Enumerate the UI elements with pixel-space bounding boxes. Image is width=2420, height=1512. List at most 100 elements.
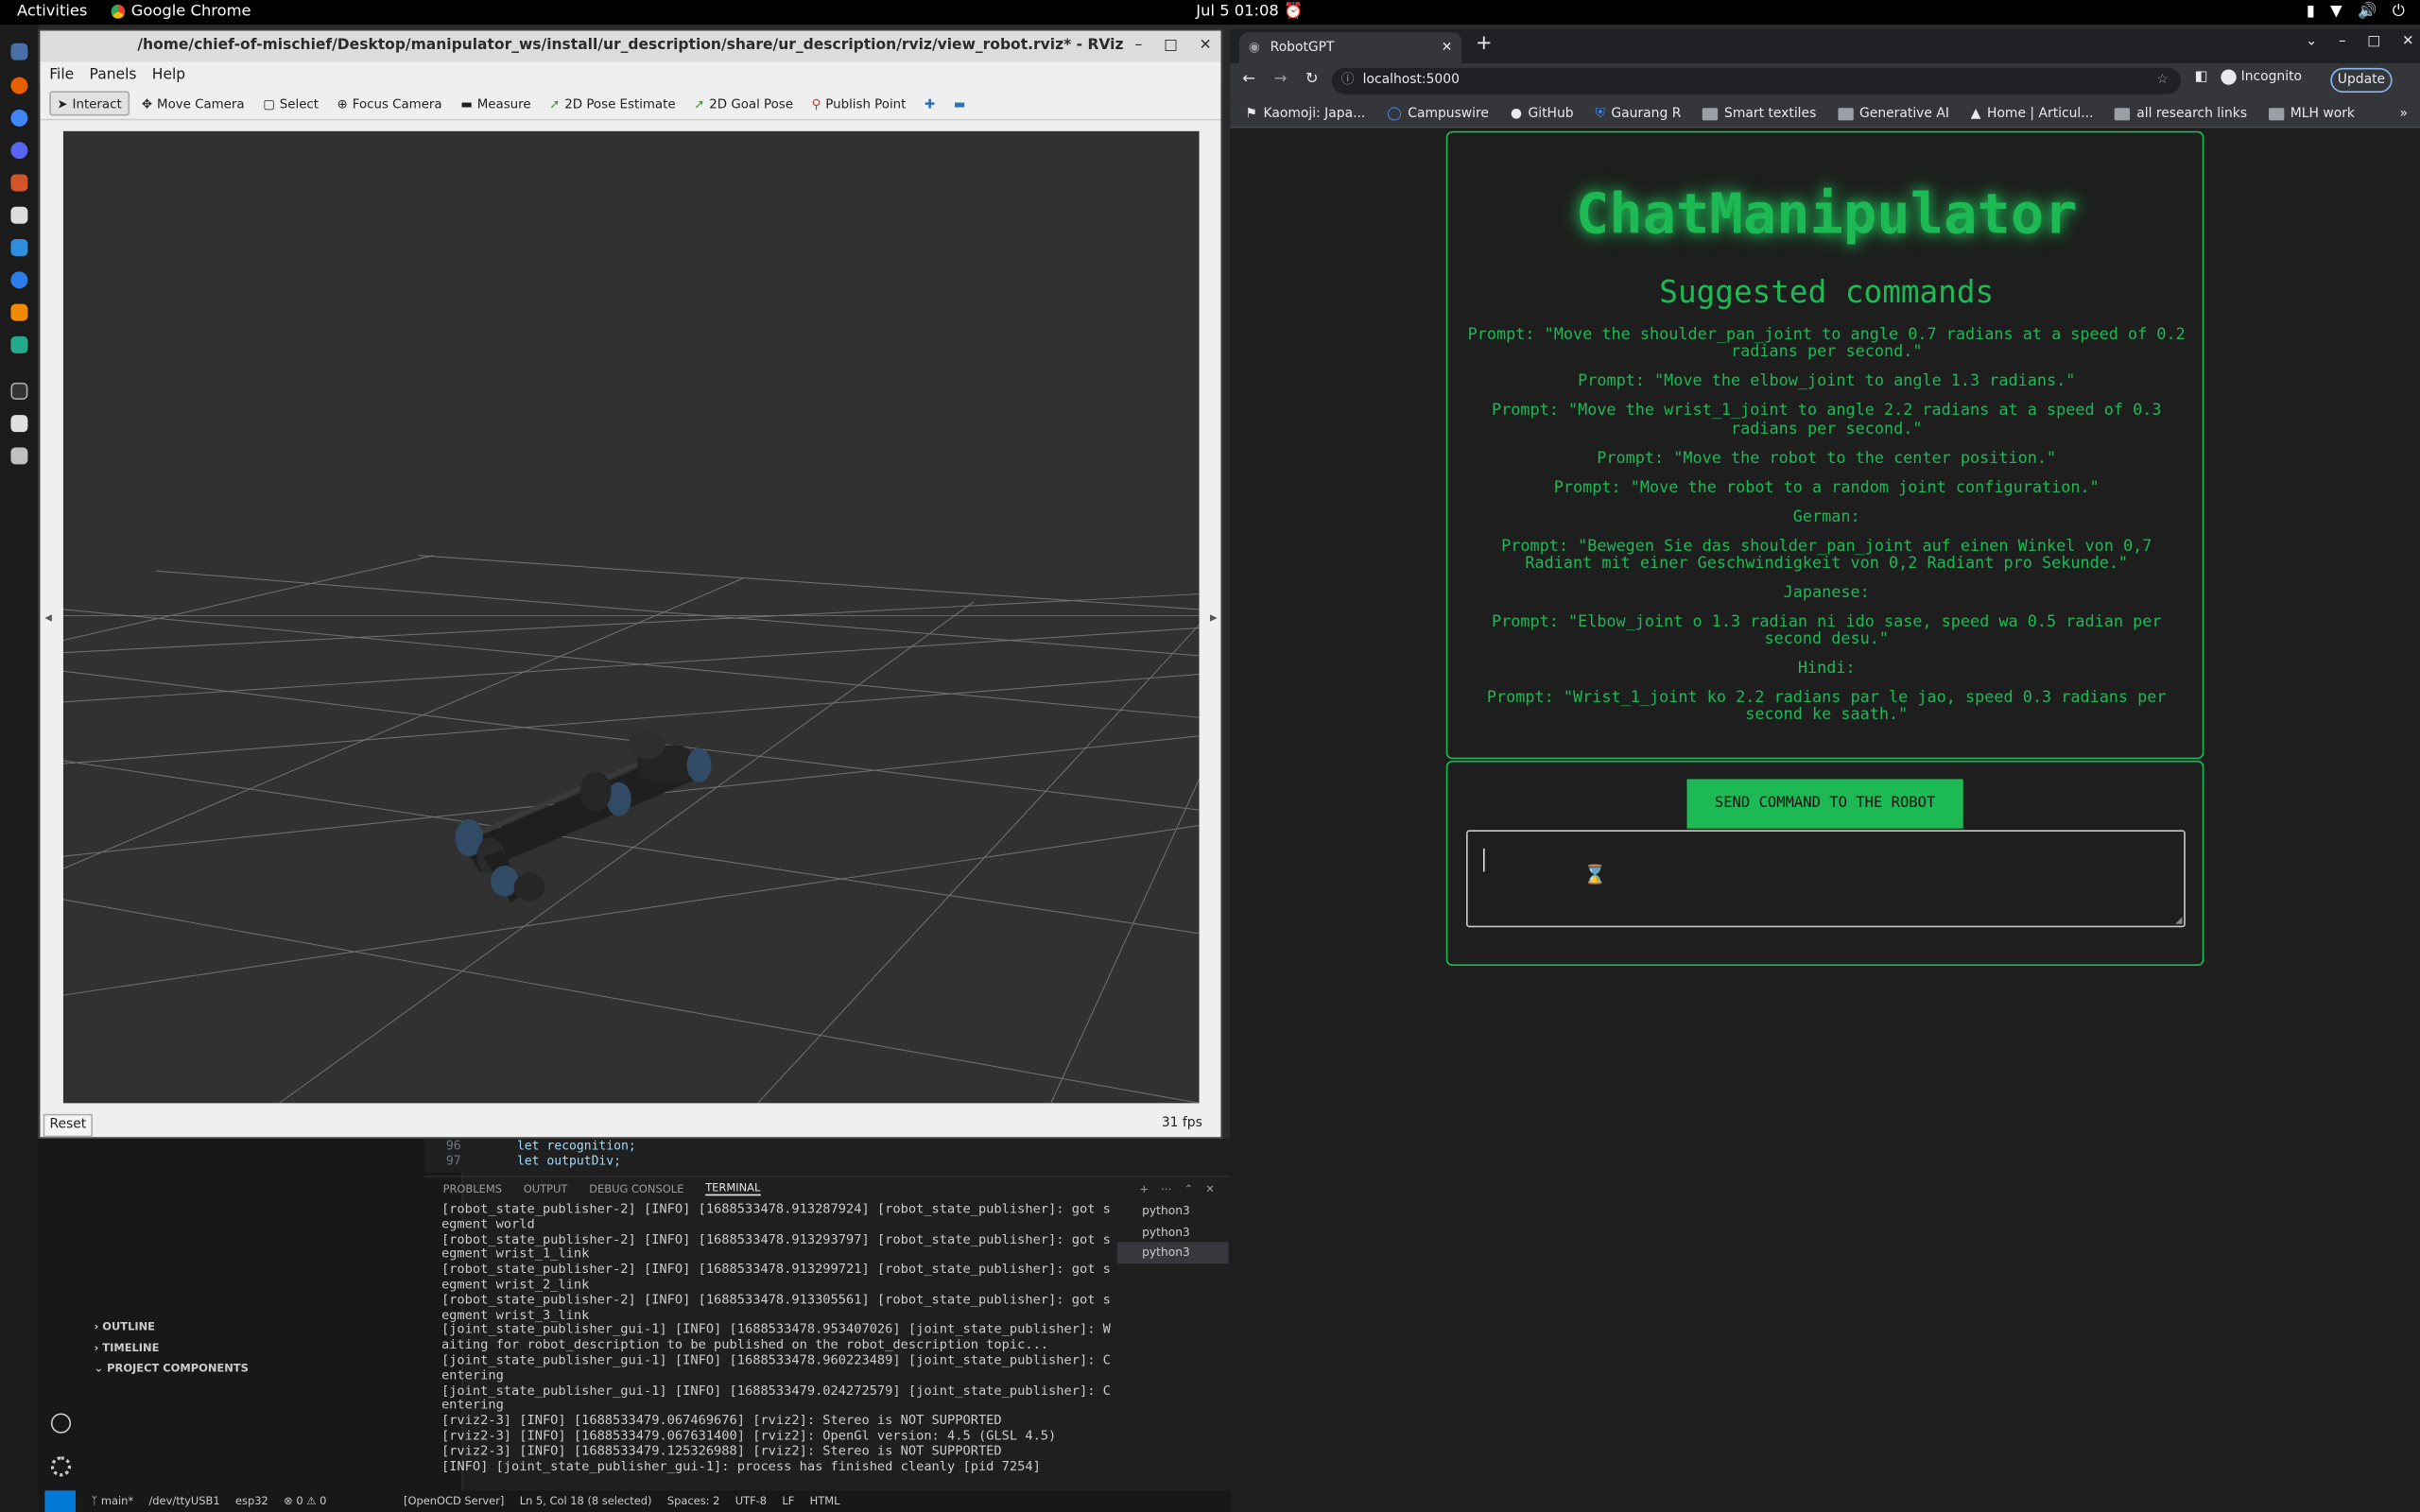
rviz-3d-viewport[interactable]: ◀ <box>62 130 1200 1104</box>
clock[interactable]: Jul 5 01:08 ⏰ <box>1196 3 1303 20</box>
code-editor[interactable]: 96 let recognition; 97 let outputDiv; <box>424 1138 1231 1173</box>
bookmark-item[interactable]: ⚑ Kaomoji: Japa... <box>1246 106 1366 121</box>
close-icon[interactable]: ✕ <box>1200 31 1212 62</box>
remove-tool-button[interactable]: ▬ <box>947 92 972 113</box>
port-status[interactable]: /dev/ttyUSB1 <box>148 1495 219 1507</box>
forward-icon[interactable]: → <box>1274 71 1288 88</box>
bookmark-star-icon[interactable]: ☆ <box>2156 68 2168 94</box>
collapse-right-arrow-icon[interactable]: ▶ <box>1210 612 1218 623</box>
tab-terminal[interactable]: TERMINAL <box>705 1182 761 1196</box>
tab-output[interactable]: OUTPUT <box>524 1182 568 1194</box>
clock-text: Jul 5 01:08 <box>1196 3 1279 21</box>
tool-2d-goal-pose[interactable]: ➚ 2D Goal Pose <box>688 92 800 113</box>
update-button[interactable]: Update <box>2330 67 2393 93</box>
bookmark-item[interactable]: MLH work <box>2268 106 2355 121</box>
app-store-icon[interactable] <box>10 447 28 465</box>
maximize-icon[interactable]: □ <box>1164 31 1178 62</box>
textarea-resize-handle[interactable]: ◢ <box>2175 915 2183 925</box>
tool-measure[interactable]: ▬ Measure <box>455 92 537 113</box>
focused-app-menu[interactable]: Google Chrome <box>111 3 251 20</box>
branch-status[interactable]: ᛉ main* <box>91 1495 133 1507</box>
board-status[interactable]: esp32 <box>235 1495 268 1507</box>
terminal-list-item[interactable]: python3 <box>1117 1200 1229 1221</box>
sidebar-icon[interactable]: ◧ <box>2195 69 2208 84</box>
indent-status[interactable]: Spaces: 2 <box>667 1495 720 1507</box>
bookmark-item[interactable]: ◯ Campuswire <box>1387 106 1489 121</box>
send-command-button[interactable]: SEND COMMAND TO THE ROBOT <box>1686 779 1963 829</box>
cursor-position[interactable]: Ln 5, Col 18 (8 selected) <box>520 1495 652 1507</box>
tool-2d-pose-estimate[interactable]: ➚ 2D Pose Estimate <box>544 92 682 113</box>
encoding-status[interactable]: UTF-8 <box>735 1495 767 1507</box>
terminal-list-item[interactable]: python3 <box>1117 1221 1229 1242</box>
tab-debug-console[interactable]: DEBUG CONSOLE <box>589 1182 683 1194</box>
image-editor-icon[interactable] <box>10 174 28 192</box>
firefox-icon[interactable] <box>10 77 28 94</box>
reload-icon[interactable]: ↻ <box>1305 71 1319 88</box>
bookmark-item[interactable]: Smart textiles <box>1703 106 1816 121</box>
more-bookmarks-icon[interactable]: » <box>2399 106 2407 121</box>
menu-panels[interactable]: Panels <box>90 65 137 82</box>
project-components-section[interactable]: ⌄ PROJECT COMPONENTS <box>95 1363 249 1375</box>
language-status[interactable]: HTML <box>810 1495 840 1507</box>
files-icon[interactable] <box>10 43 28 60</box>
text-editor-icon[interactable] <box>10 415 28 433</box>
focus-icon: ⊕ <box>337 94 348 111</box>
new-tab-button[interactable]: + <box>1476 32 1493 55</box>
close-panel-icon[interactable]: ✕ <box>1205 1182 1215 1194</box>
power-icon: ⏻ <box>2392 3 2405 21</box>
tool-publish-point[interactable]: ⚲ Publish Point <box>805 92 912 113</box>
vscode-insiders-icon[interactable] <box>10 335 28 353</box>
activities-button[interactable]: Activities <box>17 3 87 20</box>
tool-move-camera[interactable]: ✥ Move Camera <box>135 92 251 113</box>
bookmark-item[interactable]: ⛨ Gaurang R <box>1595 106 1681 121</box>
bookmark-item[interactable]: ▲ Home | Articul... <box>1971 106 2094 121</box>
discord-icon[interactable] <box>10 142 28 160</box>
command-textarea[interactable]: ⌛ ◢ <box>1466 830 2186 928</box>
terminal-icon[interactable] <box>10 382 28 400</box>
reset-button[interactable]: Reset <box>43 1113 93 1138</box>
bookmark-item[interactable]: Generative AI <box>1838 106 1949 121</box>
vscode-status-bar: ᛉ main* /dev/ttyUSB1 esp32 ⊗ 0 ⚠ 0 [Open… <box>38 1490 1231 1512</box>
problems-status[interactable]: ⊗ 0 ⚠ 0 <box>284 1495 326 1507</box>
tab-search-icon[interactable]: ⌄ <box>2306 34 2317 49</box>
maximize-icon[interactable]: □ <box>2367 34 2380 49</box>
tab-problems[interactable]: PROBLEMS <box>443 1182 502 1194</box>
incognito-indicator[interactable]: Incognito <box>2221 69 2302 85</box>
openocd-status[interactable]: [OpenOCD Server] <box>404 1495 504 1507</box>
close-icon[interactable]: ✕ <box>2402 34 2413 49</box>
tool-interact[interactable]: ➤ Interact <box>49 90 130 115</box>
tool-focus-camera[interactable]: ⊕ Focus Camera <box>331 92 448 113</box>
back-icon[interactable]: ← <box>1242 71 1255 88</box>
manage-gear-icon[interactable] <box>50 1456 72 1477</box>
vlc-icon[interactable] <box>10 303 28 321</box>
eol-status[interactable]: LF <box>782 1495 794 1507</box>
info-icon[interactable]: ⓘ <box>1341 68 1355 94</box>
terminal-list-item[interactable]: python3 <box>1117 1242 1229 1263</box>
tool-select[interactable]: ▢ Select <box>257 92 325 113</box>
menu-file[interactable]: File <box>49 65 74 82</box>
vscode-icon[interactable] <box>10 239 28 257</box>
account-icon[interactable] <box>50 1413 72 1434</box>
browser-tab[interactable]: ◉ RobotGPT ✕ <box>1239 32 1462 63</box>
bookmark-item[interactable]: ● GitHub <box>1511 106 1574 121</box>
rviz-title-bar[interactable]: /home/chief-of-mischief/Desktop/manipula… <box>40 30 1221 62</box>
chrome-dock-icon[interactable] <box>10 109 28 127</box>
minimize-icon[interactable]: – <box>2339 34 2345 49</box>
collapse-left-arrow-icon[interactable]: ◀ <box>44 612 52 623</box>
bookmark-item[interactable]: all research links <box>2115 106 2247 121</box>
menu-help[interactable]: Help <box>152 65 185 82</box>
terminal-output[interactable]: [robot_state_publisher-2] [INFO] [168853… <box>441 1202 1115 1489</box>
maximize-panel-icon[interactable]: ⌃ <box>1184 1182 1194 1194</box>
outline-section[interactable]: › OUTLINE <box>95 1321 155 1333</box>
timeline-section[interactable]: › TIMELINE <box>95 1342 160 1354</box>
address-bar[interactable]: ⓘ localhost:5000 ☆ <box>1331 67 2181 94</box>
remote-indicator[interactable] <box>44 1490 76 1512</box>
add-tool-button[interactable]: ✚ <box>918 92 941 113</box>
more-actions-icon[interactable]: ⋯ <box>1161 1182 1171 1194</box>
new-terminal-icon[interactable]: + <box>1140 1182 1150 1194</box>
minimize-icon[interactable]: – <box>1134 31 1142 62</box>
close-tab-icon[interactable]: ✕ <box>1442 32 1453 63</box>
document-icon[interactable] <box>10 206 28 224</box>
system-tray[interactable]: ▮ ▼ 🔊 ⏻ <box>2307 3 2405 20</box>
app-icon[interactable] <box>10 271 28 289</box>
